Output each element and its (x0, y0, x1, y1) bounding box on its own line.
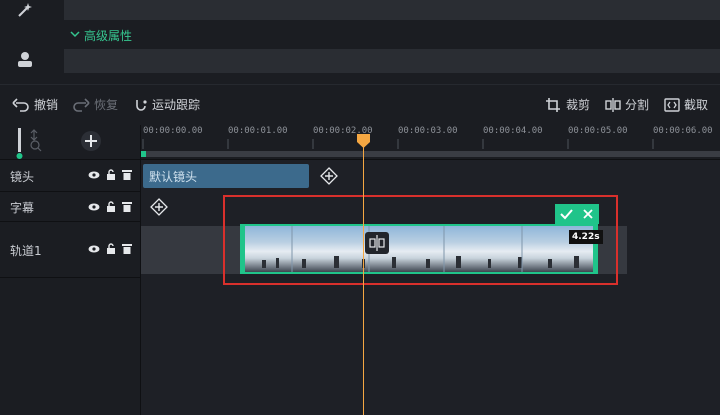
scrub-start-marker (141, 151, 146, 157)
trim-button[interactable]: 截取 (664, 96, 708, 113)
advanced-properties-toggle[interactable]: 高级属性 (84, 27, 132, 44)
playhead-handle[interactable] (356, 134, 371, 148)
track-label-shot: 镜头 (10, 170, 35, 184)
zoom-icon (16, 128, 42, 159)
add-subtitle-button[interactable] (150, 198, 168, 216)
track-controls-subtitle (88, 201, 132, 212)
undo-button[interactable]: 撤销 (12, 96, 58, 113)
eye-icon[interactable] (88, 170, 100, 180)
motion-tracking-icon (136, 99, 147, 111)
track-controls-track1 (88, 243, 132, 254)
ruler-tick-label: 00:00:05.00 (568, 126, 628, 136)
eye-icon[interactable] (88, 202, 100, 212)
property-row (64, 49, 720, 73)
split-at-playhead-button[interactable] (365, 232, 389, 254)
crop-icon (546, 97, 560, 112)
undo-icon (12, 97, 29, 112)
redo-icon (73, 97, 90, 112)
redo-button[interactable]: 恢复 (72, 96, 118, 113)
trim-label: 截取 (684, 98, 709, 112)
trash-icon[interactable] (122, 169, 132, 180)
ruler-tick-label: 00:00:00.00 (143, 126, 203, 136)
ruler-tick-label: 00:00:04.00 (483, 126, 543, 136)
undo-label: 撤销 (34, 98, 59, 112)
highlight-box (223, 195, 618, 285)
track-controls-shot (88, 169, 132, 180)
ruler-tick-label: 00:00:06.00 (653, 126, 713, 136)
shot-clip-label: 默认镜头 (149, 170, 198, 184)
ruler-tick-label: 00:00:01.00 (228, 126, 288, 136)
chevron-down-icon[interactable] (70, 26, 80, 40)
trash-icon[interactable] (122, 201, 132, 212)
lock-icon[interactable] (106, 201, 116, 212)
plus-icon (85, 135, 97, 147)
trim-icon (664, 97, 680, 112)
diamond-plus-icon (320, 167, 338, 185)
split-clip-icon (369, 235, 385, 251)
redo-label: 恢复 (94, 98, 119, 112)
split-icon (605, 97, 621, 112)
crop-label: 裁剪 (566, 98, 591, 112)
person-icon[interactable] (16, 50, 34, 68)
track-label-track1: 轨道1 (10, 244, 42, 258)
playhead-line (363, 140, 364, 415)
eye-icon[interactable] (88, 244, 100, 254)
motion-tracking-label: 运动跟踪 (152, 98, 201, 112)
scrub-bar[interactable] (141, 151, 720, 157)
add-keyframe-button[interactable] (320, 167, 338, 185)
motion-tracking-button[interactable]: 运动跟踪 (134, 96, 200, 113)
split-label: 分割 (625, 98, 650, 112)
property-row (64, 0, 720, 20)
left-rail (0, 0, 50, 84)
add-track-button[interactable] (81, 131, 101, 151)
diamond-plus-icon (150, 198, 168, 216)
crop-button[interactable]: 裁剪 (546, 96, 590, 113)
lock-icon[interactable] (106, 243, 116, 254)
ruler-ticks (142, 139, 654, 149)
zoom-slider[interactable] (14, 128, 42, 159)
lock-icon[interactable] (106, 169, 116, 180)
magic-wand-icon[interactable] (16, 2, 34, 18)
ruler-tick-label: 00:00:03.00 (398, 126, 458, 136)
trash-icon[interactable] (122, 243, 132, 254)
split-button[interactable]: 分割 (605, 96, 649, 113)
track-label-subtitle: 字幕 (10, 201, 35, 215)
